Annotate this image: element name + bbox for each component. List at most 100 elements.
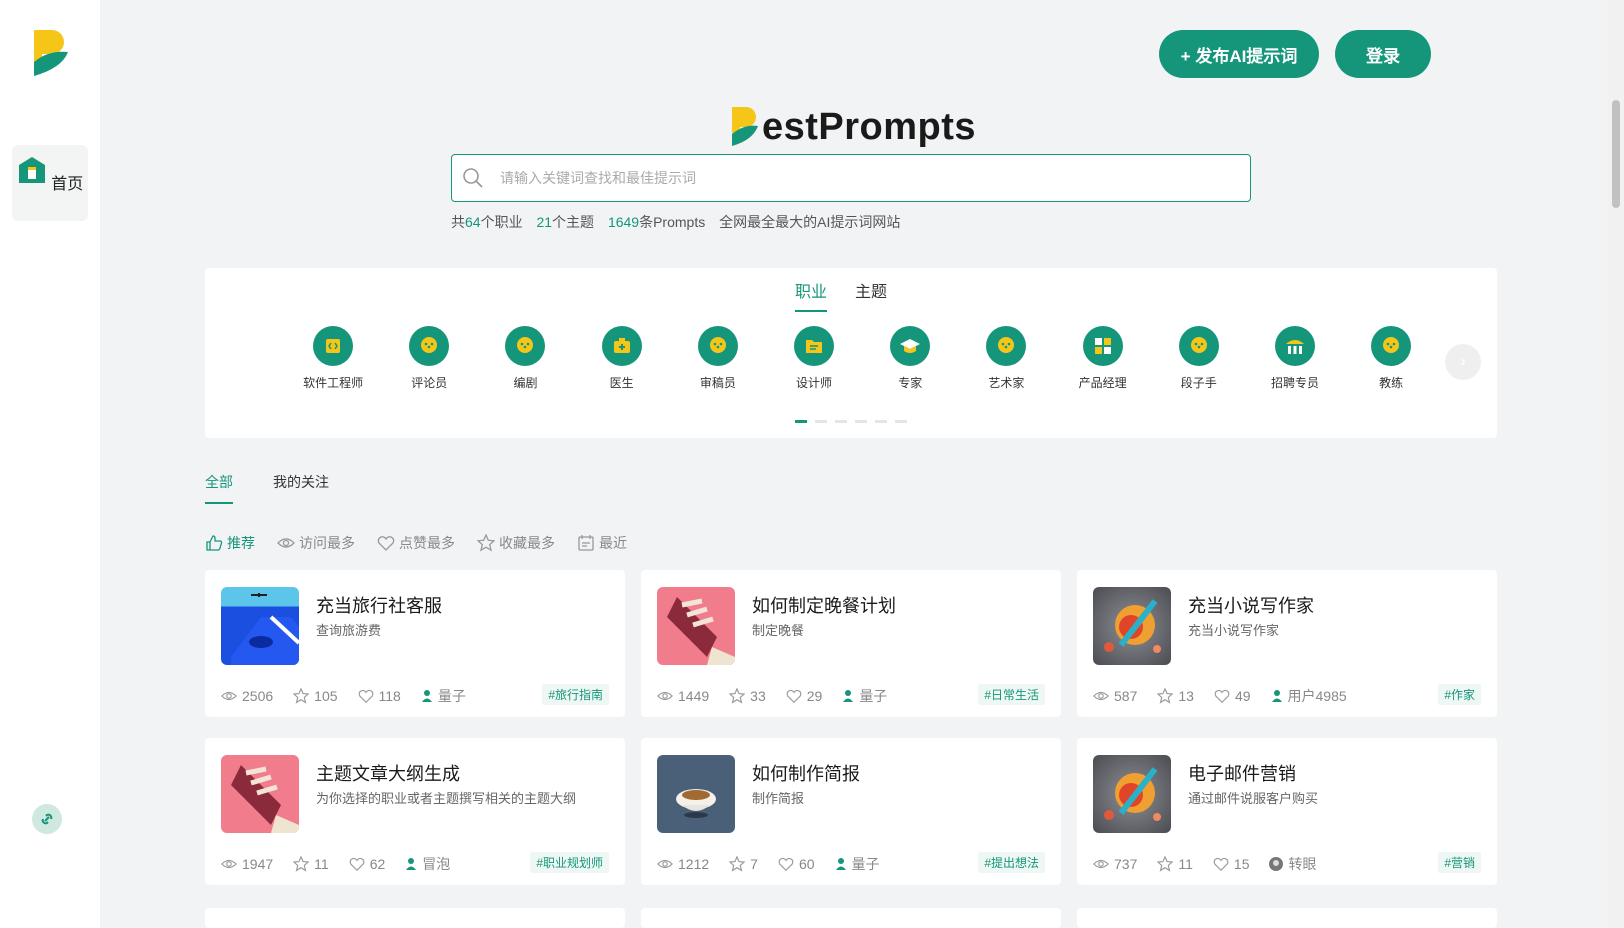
carousel-dot[interactable]	[895, 420, 907, 423]
likes-count[interactable]: 15	[1213, 856, 1249, 872]
brand-logo-icon[interactable]	[30, 28, 70, 78]
category-label: 设计师	[796, 376, 833, 390]
category-label: 编剧	[513, 376, 538, 390]
category-tabs: 职业 主题	[795, 278, 887, 312]
carousel-next-button[interactable]: ›	[1445, 344, 1481, 380]
prompt-card[interactable]: 充当旅行社客服 查询旅游费 2506 105 118 量子 #旅行指南	[205, 570, 625, 717]
card-description: 制定晚餐	[752, 623, 805, 638]
author[interactable]: 冒泡	[405, 854, 450, 874]
prompt-card[interactable]	[205, 908, 625, 928]
card-title: 电子邮件营销	[1188, 764, 1296, 784]
likes-count[interactable]: 60	[778, 856, 815, 872]
card-tag[interactable]: #营销	[1438, 852, 1481, 873]
stats-text: 条Prompts	[639, 214, 706, 230]
author[interactable]: 用户4985	[1271, 686, 1347, 706]
card-tag[interactable]: #日常生活	[978, 684, 1045, 705]
prompt-card[interactable]: 如何制作简报 制作简报 1212 7 60 量子 #提出想法	[641, 738, 1061, 885]
publish-prompt-button[interactable]: + 发布AI提示词	[1159, 30, 1319, 78]
search-input[interactable]	[500, 170, 1200, 186]
author[interactable]: 量子	[835, 854, 880, 874]
stars-count[interactable]: 7	[729, 856, 758, 872]
category-item[interactable]: 艺术家	[958, 326, 1054, 391]
scrollbar[interactable]	[1608, 0, 1624, 928]
category-item[interactable]: 编剧	[477, 326, 573, 391]
card-tag[interactable]: #旅行指南	[542, 684, 609, 705]
author-name: 量子	[859, 688, 888, 704]
category-item[interactable]: 审稿员	[670, 326, 766, 391]
search-box[interactable]	[451, 154, 1251, 202]
stats-text: 个主题	[552, 214, 595, 230]
prompt-card[interactable]: 充当小说写作家 充当小说写作家 587 13 49 用户4985 #作家	[1077, 570, 1497, 717]
brand-logo: estPrompts	[730, 104, 976, 150]
card-thumbnail	[657, 755, 735, 833]
likes-value: 29	[806, 688, 823, 704]
sort-most-visited[interactable]: 访问最多	[277, 533, 355, 553]
carousel-dot[interactable]	[795, 420, 807, 423]
card-meta: 1449 33 29 量子	[657, 686, 907, 706]
category-item[interactable]: 招聘专员	[1247, 326, 1343, 391]
stars-count[interactable]: 13	[1157, 688, 1194, 704]
author[interactable]: 量子	[842, 686, 887, 706]
author[interactable]: 量子	[421, 686, 466, 706]
card-meta: 737 11 15 转眼	[1093, 854, 1336, 874]
user-icon	[843, 690, 854, 702]
stars-count[interactable]: 11	[293, 856, 329, 872]
likes-count[interactable]: 49	[1214, 688, 1251, 704]
eye-icon	[277, 538, 295, 548]
category-item[interactable]: 评论员	[381, 326, 477, 391]
heart-icon	[358, 689, 373, 704]
likes-count[interactable]: 118	[358, 688, 401, 704]
tab-topics[interactable]: 主题	[855, 278, 887, 312]
views-value: 1449	[678, 688, 710, 704]
sort-label: 访问最多	[299, 535, 355, 551]
category-item[interactable]: 专家	[862, 326, 958, 391]
prompt-card[interactable]	[1077, 908, 1497, 928]
card-title: 如何制作简报	[752, 764, 860, 784]
sort-most-starred[interactable]: 收藏最多	[477, 533, 555, 553]
stats-prompts: 1649	[607, 214, 640, 230]
category-item[interactable]: 教练	[1343, 326, 1439, 391]
sort-most-liked[interactable]: 点赞最多	[377, 533, 455, 553]
card-tag[interactable]: #职业规划师	[530, 852, 609, 873]
prompt-card[interactable]: 主题文章大纲生成 为你选择的职业或者主题撰写相关的主题大纲 1947 11 62…	[205, 738, 625, 885]
search-icon	[463, 168, 483, 188]
tab-all[interactable]: 全部	[205, 472, 233, 504]
nav-home[interactable]: 首页	[12, 145, 88, 221]
card-tag[interactable]: #作家	[1438, 684, 1481, 705]
category-item[interactable]: 段子手	[1151, 326, 1247, 391]
star-icon	[477, 534, 495, 552]
likes-value: 62	[369, 856, 386, 872]
tab-professions[interactable]: 职业	[795, 278, 828, 312]
user-icon	[421, 690, 432, 702]
category-item[interactable]: 医生	[574, 326, 670, 391]
views-value: 1947	[242, 856, 274, 872]
stars-count[interactable]: 33	[729, 688, 766, 704]
likes-count[interactable]: 62	[349, 856, 386, 872]
prompt-card[interactable]	[641, 908, 1061, 928]
card-tag[interactable]: #提出想法	[978, 852, 1045, 873]
likes-count[interactable]: 29	[786, 688, 823, 704]
sort-recent[interactable]: 最近	[577, 533, 627, 553]
carousel-dot[interactable]	[875, 420, 887, 423]
tab-following[interactable]: 我的关注	[273, 472, 329, 504]
carousel-dot[interactable]	[835, 420, 847, 423]
views-count: 737	[1093, 856, 1137, 872]
stars-count[interactable]: 11	[1157, 856, 1193, 872]
author[interactable]: 转眼	[1269, 854, 1316, 874]
stars-count[interactable]: 105	[293, 688, 338, 704]
category-item[interactable]: 设计师	[766, 326, 862, 391]
prompt-card[interactable]: 电子邮件营销 通过邮件说服客户购买 737 11 15 转眼 #营销	[1077, 738, 1497, 885]
sort-recommended[interactable]: 推荐	[205, 533, 255, 553]
card-description: 为你选择的职业或者主题撰写相关的主题大纲	[316, 791, 577, 806]
prompt-card[interactable]: 如何制定晚餐计划 制定晚餐 1449 33 29 量子 #日常生活	[641, 570, 1061, 717]
carousel-dot[interactable]	[855, 420, 867, 423]
category-item[interactable]: 软件工程师	[285, 326, 381, 391]
carousel-dot[interactable]	[815, 420, 827, 423]
views-value: 587	[1114, 688, 1138, 704]
scrollbar-thumb[interactable]	[1612, 100, 1620, 208]
link-icon[interactable]	[32, 804, 62, 834]
login-button[interactable]: 登录	[1335, 30, 1431, 78]
sidebar: 首页	[0, 0, 100, 928]
category-item[interactable]: 产品经理	[1055, 326, 1151, 391]
calendar-icon	[578, 535, 594, 551]
